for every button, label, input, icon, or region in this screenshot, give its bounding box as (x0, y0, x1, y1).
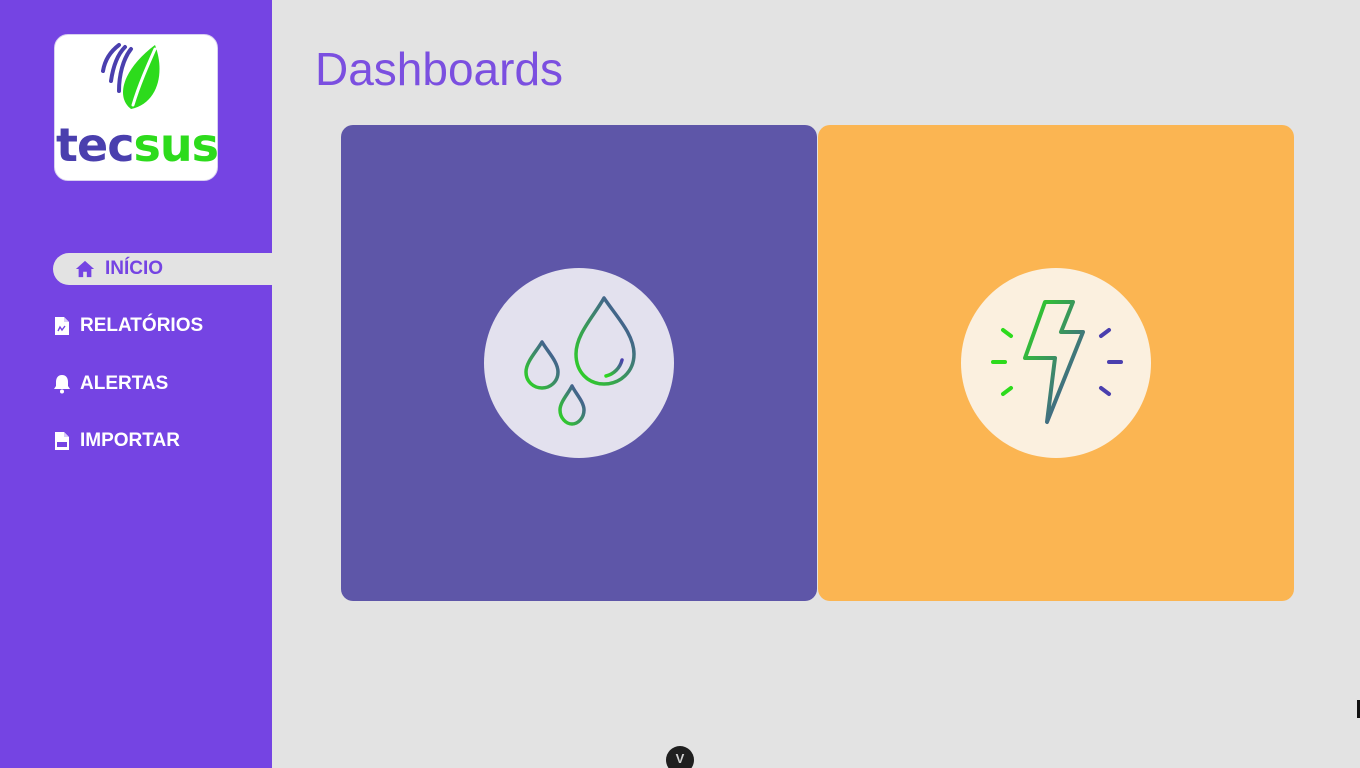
energy-dashboard-card[interactable] (818, 125, 1294, 601)
water-drops-icon (524, 296, 636, 426)
sidebar-item-inicio[interactable]: INÍCIO (53, 253, 272, 285)
bell-icon (52, 374, 72, 394)
water-dashboard-card[interactable] (341, 125, 817, 601)
water-icon-circle (484, 268, 674, 458)
sidebar-item-label: IMPORTAR (80, 430, 180, 451)
sidebar-item-label: ALERTAS (80, 373, 169, 394)
energy-icon-circle (961, 268, 1151, 458)
page-title: Dashboards (315, 43, 564, 95)
sidebar-item-label: INÍCIO (105, 258, 164, 279)
home-icon (75, 259, 95, 279)
sidebar-item-importar[interactable]: IMPORTAR (52, 430, 180, 452)
sidebar-item-relatorios[interactable]: RELATÓRIOS (52, 315, 203, 337)
bottom-drawer-handle[interactable]: V (666, 746, 694, 768)
tecsus-logo[interactable]: tecsus (54, 34, 219, 181)
sidebar-item-alertas[interactable]: ALERTAS (52, 373, 168, 395)
sidebar: tecsus INÍCIO RELATÓRIOS ALERTAS IMPORTA… (0, 0, 272, 768)
csv-file-icon (52, 431, 72, 451)
sidebar-item-label: RELATÓRIOS (80, 315, 204, 336)
report-file-icon (52, 316, 72, 336)
leaf-logo-icon (101, 43, 160, 109)
lightning-bolt-icon (991, 300, 1123, 424)
logo-wordmark: tecsus (56, 118, 219, 172)
